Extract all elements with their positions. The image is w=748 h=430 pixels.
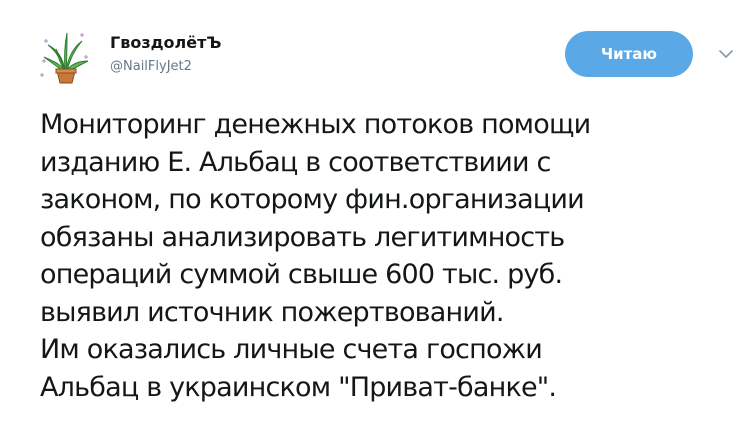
tweet-text: Мониторинг денежных потоков помощи издан… xyxy=(40,109,591,403)
tweet-card: ГвоздолётЪ @NailFlyJet2 Читаю Мониторинг… xyxy=(0,0,748,430)
chevron-down-icon[interactable] xyxy=(718,48,734,60)
author-handle[interactable]: @NailFlyJet2 xyxy=(110,59,192,74)
author-display-name[interactable]: ГвоздолётЪ xyxy=(110,33,221,52)
avatar[interactable] xyxy=(34,27,96,89)
potted-plant-icon xyxy=(40,32,89,84)
follow-button[interactable]: Читаю xyxy=(565,31,693,77)
